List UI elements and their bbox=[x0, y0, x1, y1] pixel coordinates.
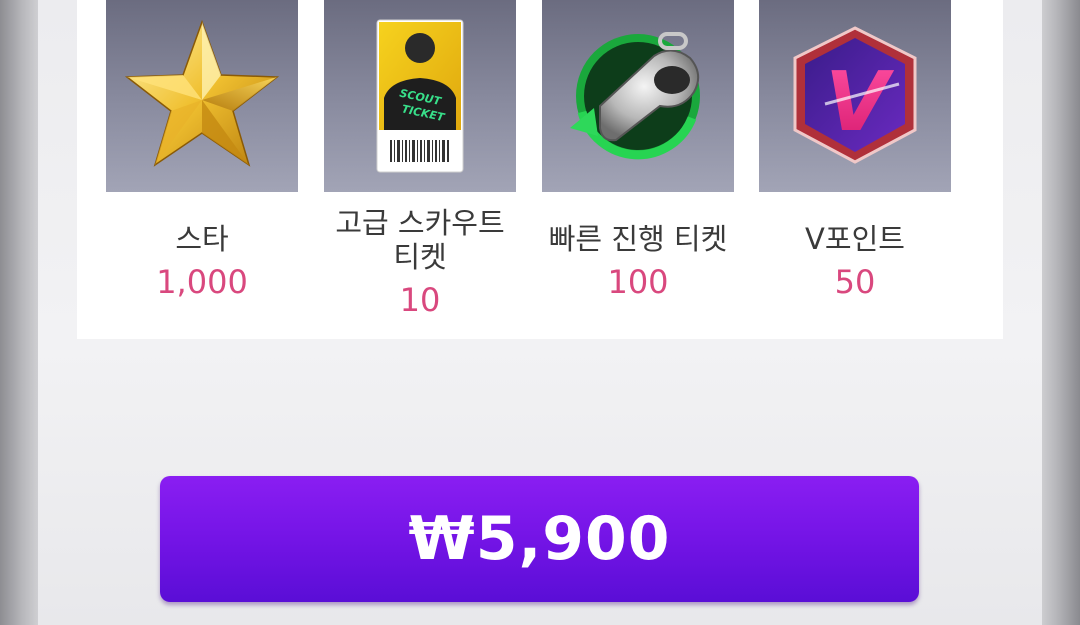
reward-name-line-1: 고급 스카우트 bbox=[335, 206, 505, 240]
reward-amount: 10 bbox=[399, 281, 441, 319]
reward-amount: 100 bbox=[607, 263, 669, 301]
reward-name: 고급 스카우트 티켓 bbox=[304, 206, 536, 274]
reward-item-scout-ticket: SCOUT TICKET 고급 스카우트 티켓 10 bbox=[324, 0, 516, 339]
scout-ticket-icon: SCOUT TICKET bbox=[376, 19, 464, 173]
reward-list: 스타 1,000 SCOUT TICKET 고급 스카우트 티켓 10 빠른 진… bbox=[77, 0, 1003, 339]
background-right-edge bbox=[1042, 0, 1080, 625]
price-label: ₩5,900 bbox=[408, 504, 671, 574]
reward-tile bbox=[542, 0, 734, 192]
reward-tile: V bbox=[759, 0, 951, 192]
reward-item-star: 스타 1,000 bbox=[106, 0, 298, 339]
v-point-icon: V bbox=[793, 26, 917, 164]
purchase-button[interactable]: ₩5,900 bbox=[160, 476, 919, 602]
reward-tile bbox=[106, 0, 298, 192]
reward-item-v-point: V V포인트 50 bbox=[759, 0, 951, 339]
reward-item-quick-progress-ticket: 빠른 진행 티켓 100 bbox=[542, 0, 734, 339]
background-left-edge bbox=[0, 0, 38, 625]
reward-name: 빠른 진행 티켓 bbox=[548, 222, 728, 256]
whistle-icon bbox=[570, 32, 700, 160]
reward-name: 스타 bbox=[175, 222, 229, 256]
reward-amount: 1,000 bbox=[156, 263, 248, 301]
reward-amount: 50 bbox=[834, 263, 876, 301]
reward-tile: SCOUT TICKET bbox=[324, 0, 516, 192]
reward-name: V포인트 bbox=[805, 222, 905, 256]
star-icon bbox=[124, 19, 280, 167]
reward-name-line-2: 티켓 bbox=[393, 240, 447, 274]
